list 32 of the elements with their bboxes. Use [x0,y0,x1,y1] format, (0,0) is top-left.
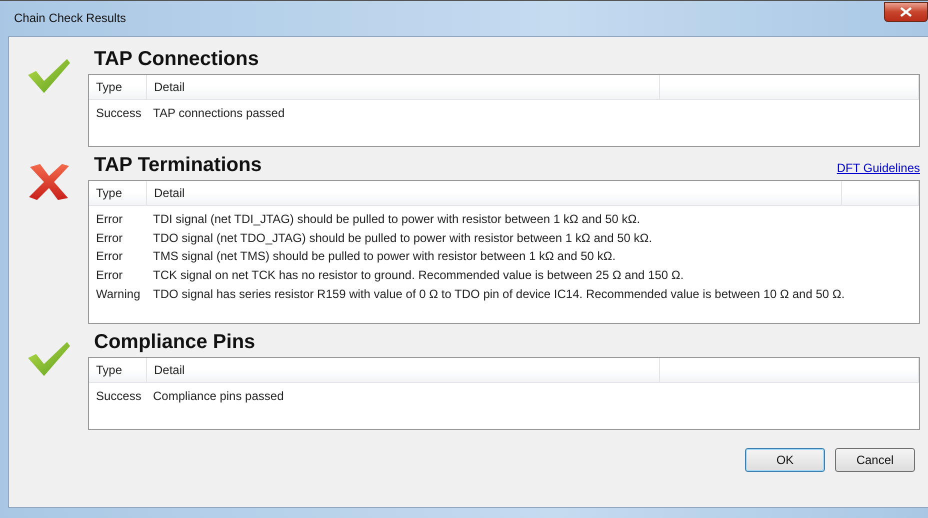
section-heading: TAP Connections [94,48,259,71]
type-cell-text: Warning [95,286,142,301]
dialog-button[interactable]: OK [745,448,825,472]
close-icon [900,6,912,16]
detail-cell-text: TDO signal (net TDO_JTAG) should be pulled to power with resistor between 1 kΩ and 50 kΩ. [152,230,654,245]
detail-cell-text: TAP connections passed [152,106,286,120]
type-cell-text: Success [95,389,142,404]
dialog-button[interactable]: Cancel [835,448,915,472]
column-header[interactable]: Type [89,75,147,99]
detail-cell-text: TDI signal (net TDI_JTAG) should be pulled to power with resistor between 1 kΩ and 50 kΩ. [152,212,642,226]
error-x-icon [28,163,70,201]
window-title: Chain Check Results [14,10,126,24]
column-header[interactable]: Detail [147,75,660,99]
checkmark-icon [26,340,70,378]
column-header[interactable]: Detail [147,181,842,205]
column-header[interactable]: Type [89,358,147,382]
section-heading: TAP Terminations [94,154,262,177]
detail-cell-text: TMS signal (net TMS) should be pulled to power with resistor between 1 kΩ and 50 kΩ. [152,249,617,264]
type-cell-text: Error [95,249,124,264]
type-cell-text: Error [95,230,124,245]
type-cell-text: Success [95,106,142,120]
checkmark-icon [26,57,70,95]
detail-cell-text: Compliance pins passed [152,389,285,404]
close-button[interactable] [884,2,928,22]
detail-cell-text: TDO signal has series resistor R159 with value of 0 Ω to TDO pin of device IC14. Recommended value is between 10 Ω and 50 Ω. [152,286,846,301]
column-header[interactable]: Type [89,181,147,205]
column-header[interactable]: Detail [147,358,660,382]
section-heading: Compliance Pins [94,330,256,354]
type-cell-text: Error [95,212,124,226]
type-cell-text: Error [95,268,124,282]
guidelines-link[interactable]: DFT Guidelines [836,161,920,175]
detail-cell-text: TCK signal on net TCK has no resistor to ground. Recommended value is between 25 Ω and 150 Ω. [152,268,685,282]
